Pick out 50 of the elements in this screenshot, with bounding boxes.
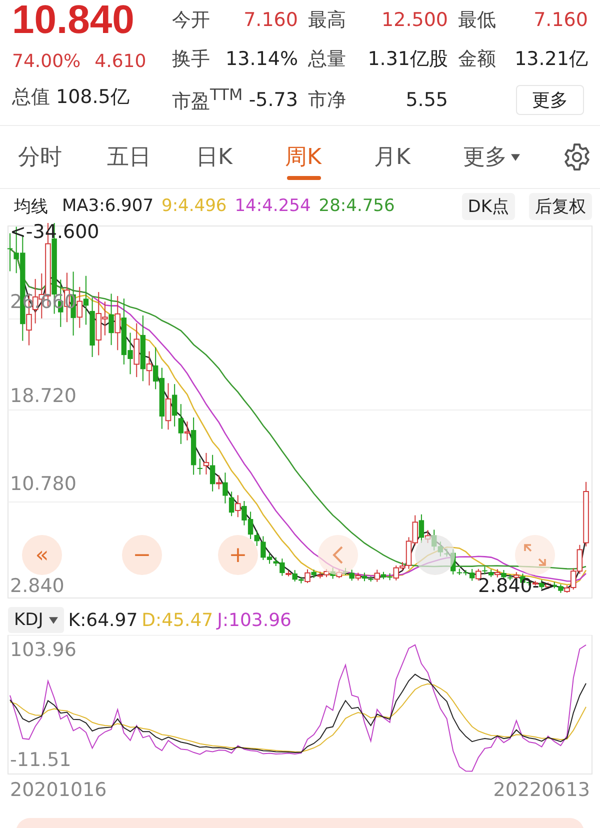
period-tab[interactable]: 月K [374, 134, 463, 180]
more-tab[interactable]: 更多 [463, 134, 552, 180]
axis-label: 103.96 [10, 639, 76, 661]
stat-label: 市盈$^{TTM}$ [172, 85, 243, 115]
ma-value: 28:4.756 [318, 196, 395, 216]
date-label: 20220613 [493, 779, 590, 801]
change-percent: 74.00% [12, 51, 81, 72]
period-tab[interactable]: 日K [196, 134, 285, 180]
stat-label: 金额 [458, 47, 496, 72]
stat-value: 1.31亿股 [368, 47, 448, 72]
indicator-value: D:45.47 [142, 610, 214, 630]
date-label: 20201016 [10, 779, 107, 801]
stat-value: 13.14% [226, 48, 298, 70]
period-tab[interactable]: 分时 [18, 134, 107, 180]
settings-icon[interactable] [562, 142, 592, 172]
ma-value: MA3:6.907 [62, 196, 154, 216]
stat-value: 13.21亿 [514, 47, 588, 72]
stat-value: 7.160 [244, 9, 298, 31]
stat-value: 12.500 [382, 9, 448, 31]
axis-label: 2.840 [10, 575, 64, 597]
stat-label: 总值 [12, 85, 50, 110]
stat-value: 5.55 [406, 89, 448, 111]
axis-label: -11.51 [10, 749, 72, 771]
stat-label: 今开 [172, 8, 210, 33]
stat-label: 换手 [172, 47, 210, 72]
period-tab[interactable]: 周K [285, 134, 374, 180]
stat-value: 108.5亿 [56, 85, 130, 110]
indicator-value: J:103.96 [217, 610, 292, 630]
indicator-dropdown[interactable]: KDJ [8, 607, 64, 633]
stat-label: 总量 [308, 47, 346, 72]
ma-label: 均线 [14, 196, 48, 218]
ma-value: 9:4.496 [162, 196, 227, 216]
ma-value: 14:4.254 [234, 196, 311, 216]
chart-option-button[interactable]: 后复权 [529, 192, 592, 220]
axis-label: 10.780 [10, 473, 76, 495]
stat-value: -5.73 [248, 89, 298, 111]
chart-option-button[interactable]: DK点 [462, 192, 515, 220]
caret-icon [49, 616, 58, 624]
change-amount: 4.610 [94, 51, 146, 72]
period-tab[interactable]: 五日 [107, 134, 196, 180]
caret-icon [511, 154, 520, 160]
axis-label: 18.720 [10, 385, 76, 407]
indicator-value: K:64.97 [68, 610, 138, 630]
stat-value: 7.160 [534, 9, 588, 31]
min-price-marker: 2.840-> [478, 575, 556, 597]
stock-price: 10.840 [12, 0, 136, 42]
stat-label: 市净 [308, 88, 346, 113]
more-button[interactable]: 更多 [516, 85, 584, 115]
stat-label: 最低 [458, 8, 496, 33]
stat-label: 最高 [308, 8, 346, 33]
